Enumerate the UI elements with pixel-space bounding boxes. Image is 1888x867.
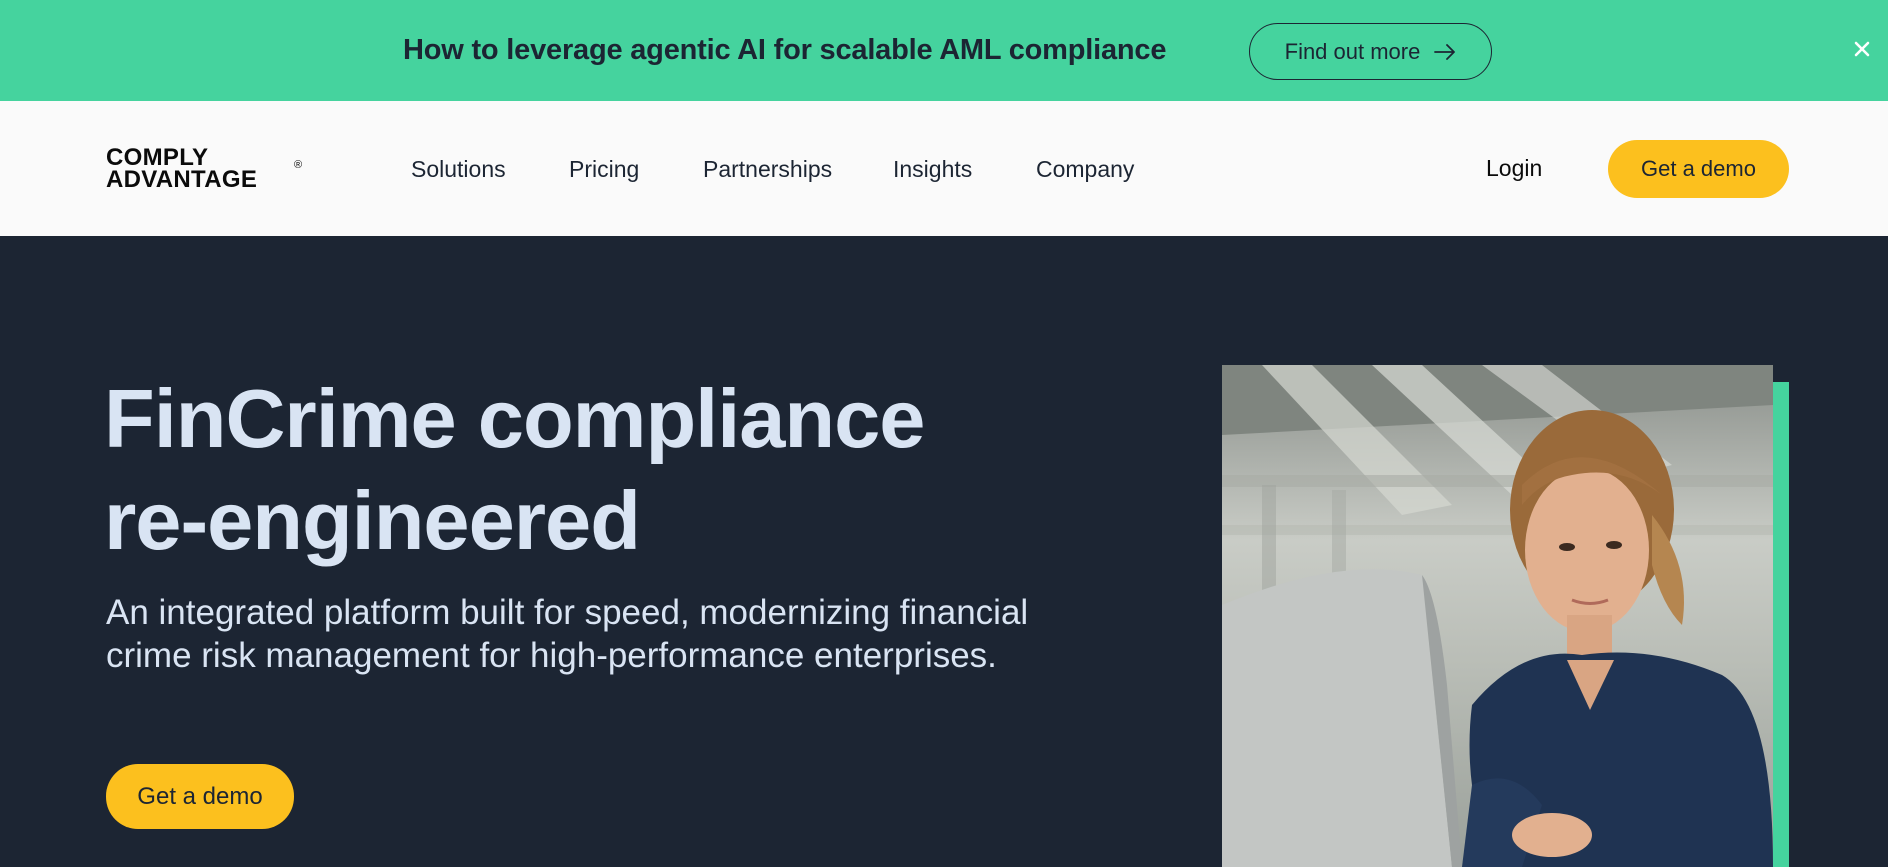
hero-title-line-1: FinCrime compliance [104, 372, 925, 465]
registered-mark: ® [294, 159, 303, 171]
hero-title: FinCrime compliance re-engineered [104, 368, 1104, 572]
nav-item-partnerships[interactable]: Partnerships [703, 156, 832, 183]
hero-title-line-2: re-engineered [104, 474, 641, 567]
find-out-more-button[interactable]: Find out more [1249, 23, 1492, 80]
nav-item-insights[interactable]: Insights [893, 156, 972, 183]
arrow-right-icon [1434, 43, 1456, 60]
hero-photo [1222, 365, 1773, 867]
hero-subtitle: An integrated platform built for speed, … [106, 591, 1106, 677]
login-link[interactable]: Login [1486, 155, 1542, 182]
banner-text: How to leverage agentic AI for scalable … [403, 34, 1167, 66]
nav-item-solutions[interactable]: Solutions [411, 156, 506, 183]
nav-item-pricing[interactable]: Pricing [569, 156, 639, 183]
main-navbar: COMPLY ADVANTAGE ® Solutions Pricing Par… [0, 101, 1888, 236]
close-icon[interactable] [1850, 37, 1874, 61]
nav-get-demo-button[interactable]: Get a demo [1608, 140, 1789, 198]
hero-subtitle-line-2: crime risk management for high-performan… [106, 636, 997, 675]
woman-at-laptop-illustration [1222, 365, 1773, 867]
hero-subtitle-line-1: An integrated platform built for speed, … [106, 593, 1029, 632]
logo-line-2: ADVANTAGE [106, 166, 258, 193]
announcement-banner: How to leverage agentic AI for scalable … [0, 0, 1888, 101]
find-out-more-label: Find out more [1284, 38, 1421, 64]
hero-get-demo-button[interactable]: Get a demo [106, 764, 294, 829]
comply-advantage-logo[interactable]: COMPLY ADVANTAGE ® [106, 146, 306, 195]
nav-item-company[interactable]: Company [1036, 156, 1134, 183]
